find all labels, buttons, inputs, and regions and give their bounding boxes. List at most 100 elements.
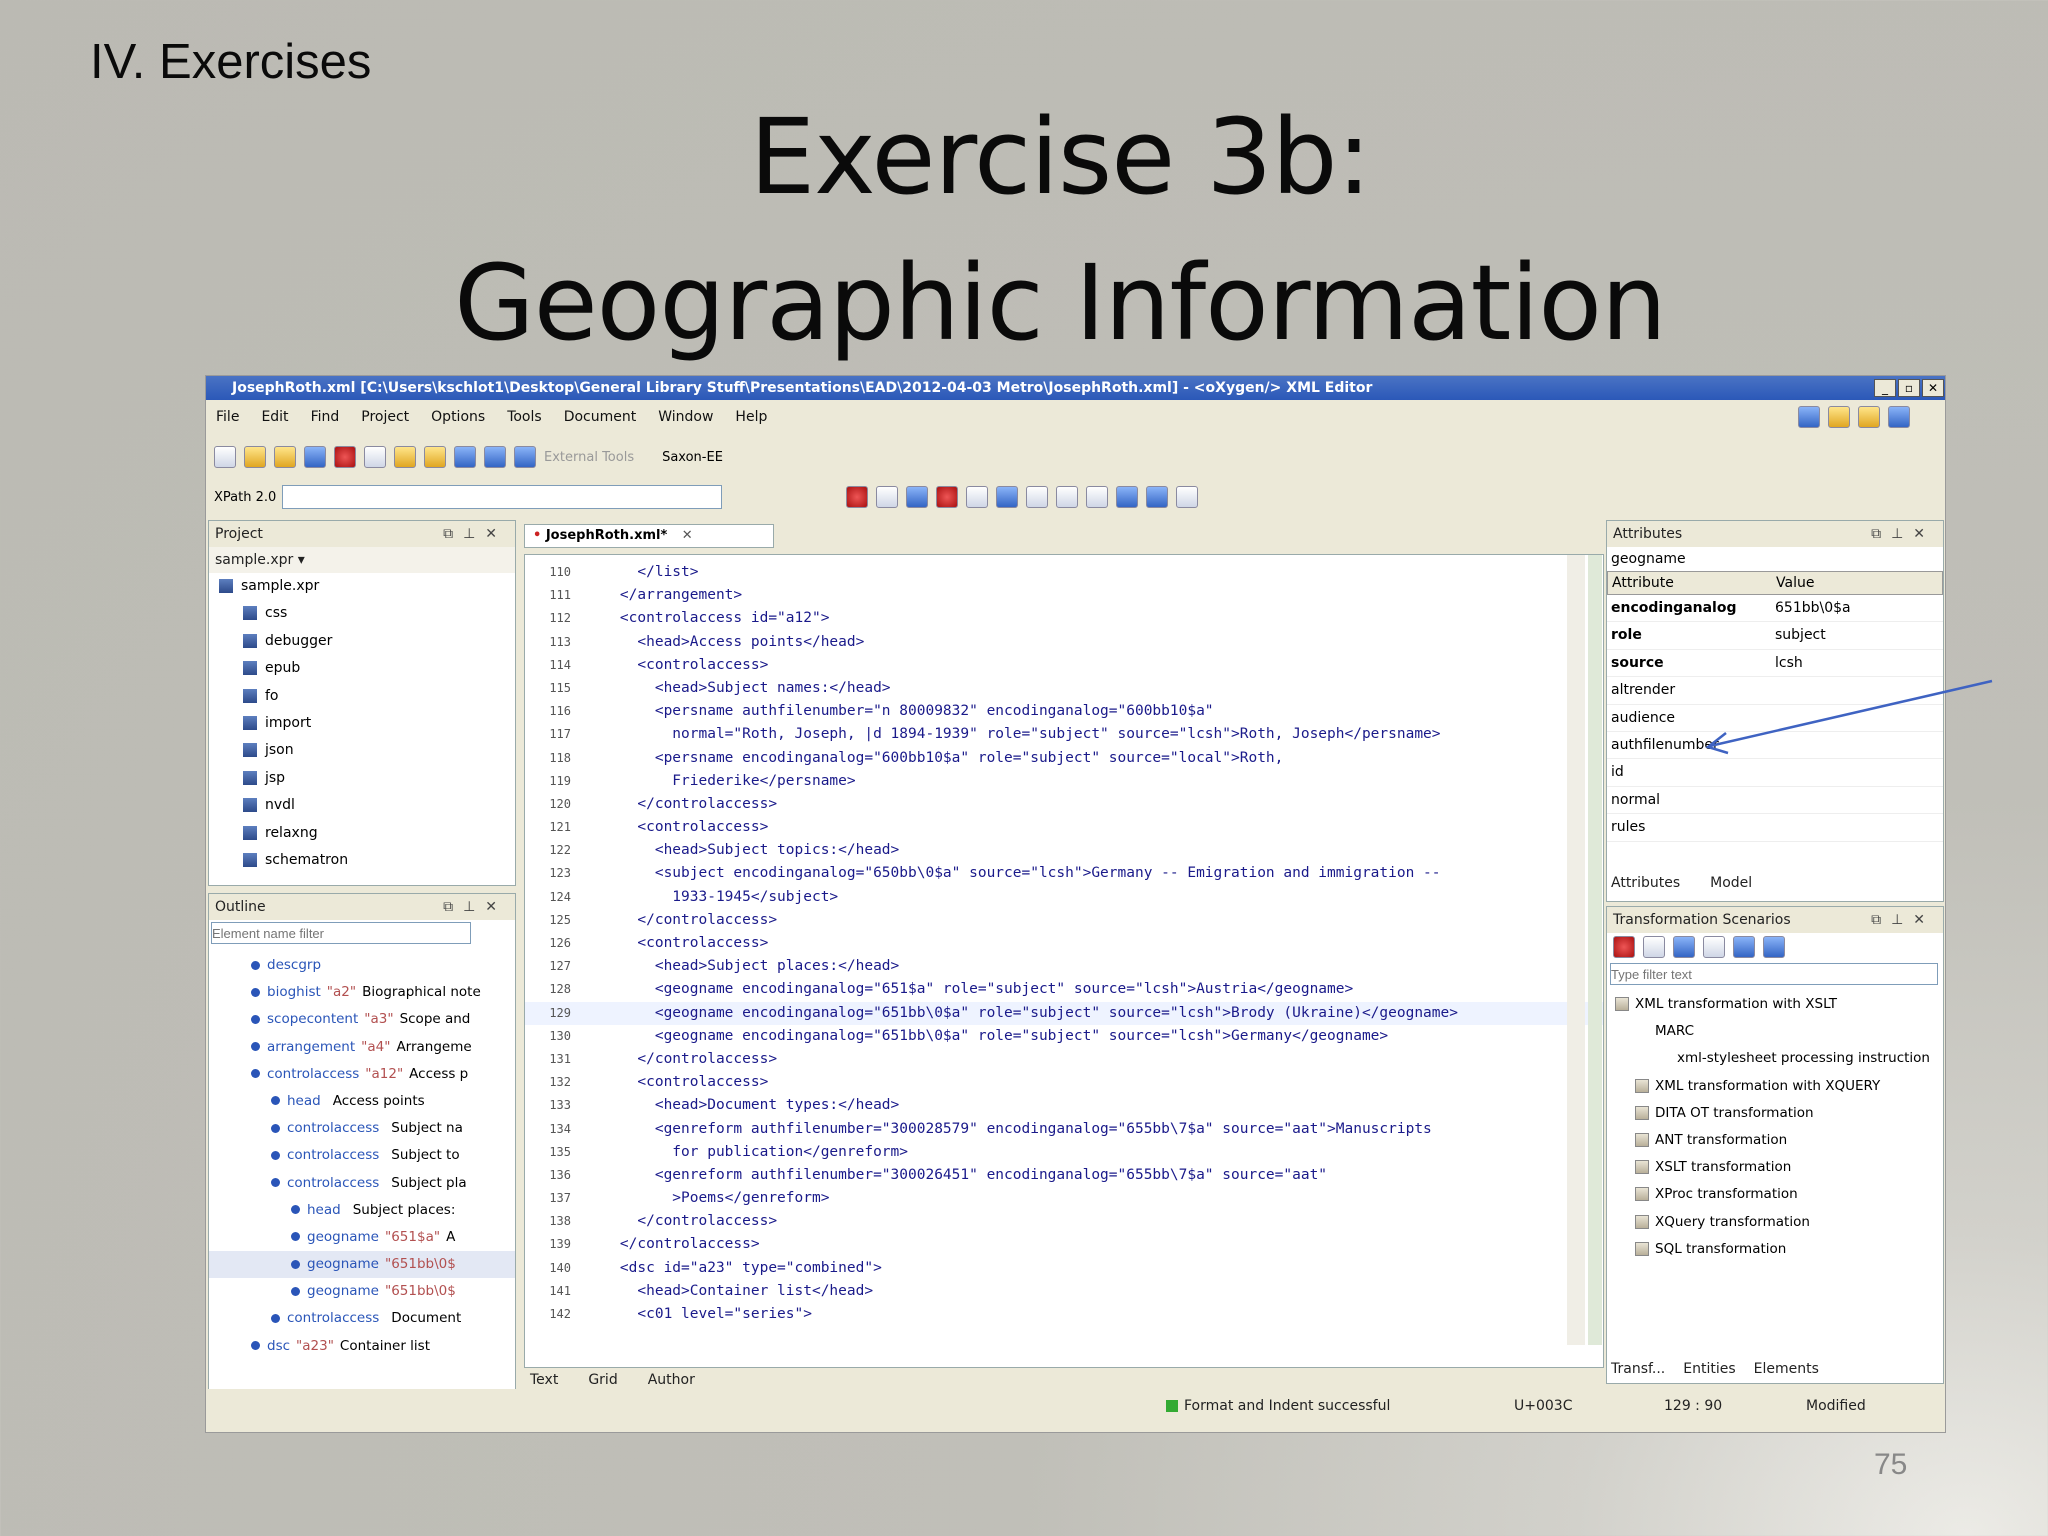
attr-tab-attributes[interactable]: Attributes: [1611, 875, 1680, 891]
duplicate-scenario-icon[interactable]: [1703, 936, 1725, 958]
minimize-button[interactable]: _: [1874, 379, 1896, 397]
menu-help[interactable]: Help: [735, 400, 767, 434]
outline-row[interactable]: descgrp: [209, 952, 515, 979]
new-scenario-icon[interactable]: [1673, 936, 1695, 958]
menu-tools[interactable]: Tools: [507, 400, 542, 434]
panel-controls-icon[interactable]: ⧉⊥✕: [443, 521, 507, 547]
attribute-row[interactable]: role subject: [1607, 622, 1943, 650]
apply-scenario-icon[interactable]: [1613, 936, 1635, 958]
mode-tab-author[interactable]: Author: [648, 1372, 695, 1388]
attribute-value[interactable]: subject: [1775, 622, 1826, 648]
project-root-item[interactable]: sample.xpr: [217, 573, 515, 600]
mode-tab-grid[interactable]: Grid: [588, 1372, 617, 1388]
scenario-item[interactable]: DITA OT transformation: [1607, 1100, 1943, 1127]
attributes-controls-icon[interactable]: ⧉⊥✕: [1871, 521, 1935, 547]
outline-row[interactable]: arrangement "a4" Arrangeme: [209, 1034, 515, 1061]
menu-file[interactable]: File: [216, 400, 239, 434]
mode-tab-text[interactable]: Text: [530, 1372, 558, 1388]
scenario-item[interactable]: XQuery transformation: [1607, 1209, 1943, 1236]
menu-find[interactable]: Find: [311, 400, 340, 434]
comment-icon[interactable]: [1086, 486, 1108, 508]
debug-scenario-icon[interactable]: [1643, 936, 1665, 958]
check-wellformed-icon[interactable]: [876, 486, 898, 508]
project-folder-item[interactable]: import: [217, 710, 515, 737]
outline-row[interactable]: controlaccess Document: [209, 1305, 515, 1332]
check-icon[interactable]: [906, 486, 928, 508]
project-folder-item[interactable]: jsp: [217, 765, 515, 792]
menu-edit[interactable]: Edit: [261, 400, 288, 434]
outline-row[interactable]: controlaccess Subject na: [209, 1115, 515, 1142]
element-name-filter[interactable]: [211, 922, 471, 944]
outline-row[interactable]: geogname "651bb\0$: [209, 1278, 515, 1305]
attribute-row[interactable]: encodinganalog 651bb\0$a: [1607, 595, 1943, 623]
format-icon[interactable]: [1056, 486, 1078, 508]
project-folder-item[interactable]: nvdl: [217, 792, 515, 819]
validate-icon[interactable]: [846, 486, 868, 508]
scenario-item[interactable]: XProc transformation: [1607, 1181, 1943, 1208]
xpath-input[interactable]: [282, 485, 723, 509]
scenario-item[interactable]: XML transformation with XSLT: [1607, 991, 1943, 1018]
bottom-panel-tab[interactable]: Transf...: [1611, 1361, 1665, 1377]
outline-row[interactable]: controlaccess Subject pla: [209, 1170, 515, 1197]
project-folder-item[interactable]: json: [217, 737, 515, 764]
scenario-item[interactable]: SQL transformation: [1607, 1236, 1943, 1263]
scenario-item[interactable]: XML transformation with XQUERY: [1607, 1073, 1943, 1100]
database-perspective-icon[interactable]: [1888, 406, 1910, 428]
outline-row[interactable]: dsc "a23" Container list: [209, 1333, 515, 1360]
menu-window[interactable]: Window: [658, 400, 713, 434]
attribute-value[interactable]: 651bb\0$a: [1775, 595, 1851, 621]
pin-icon[interactable]: [454, 446, 476, 468]
close-tab-icon[interactable]: ✕: [682, 528, 693, 543]
outline-row[interactable]: scopecontent "a3" Scope and: [209, 1006, 515, 1033]
outline-controls-icon[interactable]: ⧉⊥✕: [443, 894, 507, 920]
project-folder-item[interactable]: schematron: [217, 847, 515, 874]
editor-perspective-icon[interactable]: [1798, 406, 1820, 428]
project-folder-item[interactable]: fo: [217, 683, 515, 710]
run-transformation-icon[interactable]: [936, 486, 958, 508]
scenario-item[interactable]: ANT transformation: [1607, 1127, 1943, 1154]
project-folder-item[interactable]: css: [217, 600, 515, 627]
pdf-icon[interactable]: [334, 446, 356, 468]
menu-options[interactable]: Options: [431, 400, 485, 434]
attribute-row[interactable]: id: [1607, 759, 1943, 787]
scenario-item[interactable]: xml-stylesheet processing instruction: [1607, 1045, 1943, 1072]
project-file-selector[interactable]: sample.xpr ▾: [209, 547, 515, 573]
project-folder-icon[interactable]: [424, 446, 446, 468]
menu-project[interactable]: Project: [361, 400, 409, 434]
attribute-value[interactable]: lcsh: [1775, 650, 1803, 676]
indent-icon[interactable]: [1026, 486, 1048, 508]
outline-row[interactable]: controlaccess Subject to: [209, 1142, 515, 1169]
configure-transformation-icon[interactable]: [966, 486, 988, 508]
find-icon[interactable]: [364, 446, 386, 468]
engine-selector[interactable]: Saxon-EE: [662, 450, 723, 465]
scenarios-controls-icon[interactable]: ⧉⊥✕: [1871, 907, 1935, 933]
scenario-item[interactable]: MARC: [1607, 1018, 1943, 1045]
outline-row[interactable]: geogname "651$a" A: [209, 1224, 515, 1251]
outline-row[interactable]: geogname "651bb\0$: [209, 1251, 515, 1279]
outline-row[interactable]: bioghist "a2" Biographical note: [209, 979, 515, 1006]
close-window-button[interactable]: ✕: [1922, 379, 1944, 397]
xslt-debugger-icon[interactable]: [1828, 406, 1850, 428]
editor-tab[interactable]: • JosephRoth.xml* ✕: [524, 524, 774, 548]
new-file-icon[interactable]: [214, 446, 236, 468]
back-icon[interactable]: [484, 446, 506, 468]
save-icon[interactable]: [304, 446, 326, 468]
outline-row[interactable]: controlaccess "a12" Access p: [209, 1061, 515, 1088]
tag-icon[interactable]: [1116, 486, 1138, 508]
debug-icon[interactable]: [996, 486, 1018, 508]
forward-icon[interactable]: [514, 446, 536, 468]
xquery-debugger-icon[interactable]: [1858, 406, 1880, 428]
project-folder-item[interactable]: debugger: [217, 628, 515, 655]
project-folder-item[interactable]: relaxng: [217, 820, 515, 847]
remove-scenario-icon[interactable]: [1763, 936, 1785, 958]
attribute-row[interactable]: normal: [1607, 787, 1943, 815]
join-icon[interactable]: [1176, 486, 1198, 508]
outline-row[interactable]: head Access points: [209, 1088, 515, 1115]
open-folder-icon[interactable]: [244, 446, 266, 468]
external-tools-label[interactable]: External Tools: [544, 450, 634, 465]
xpath-version-select[interactable]: XPath 2.0: [214, 490, 276, 505]
bottom-panel-tab[interactable]: Elements: [1754, 1361, 1819, 1377]
project-folder-item[interactable]: epub: [217, 655, 515, 682]
edit-scenario-icon[interactable]: [1733, 936, 1755, 958]
folder-search-icon[interactable]: [394, 446, 416, 468]
